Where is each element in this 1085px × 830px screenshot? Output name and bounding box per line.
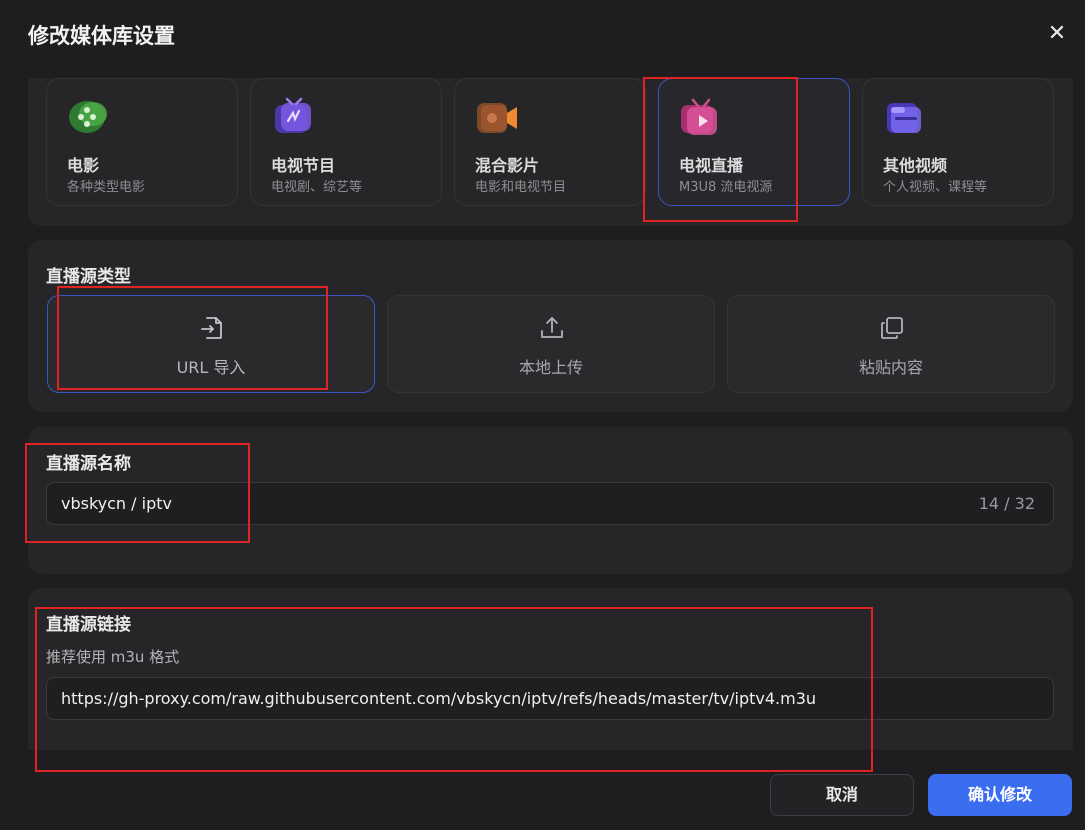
camera-icon	[477, 103, 517, 133]
source-name-section: 直播源名称 vbskycn / iptv 14 / 32	[28, 427, 1073, 574]
source-name-value: vbskycn / iptv	[61, 494, 172, 513]
media-type-name: 其他视频	[883, 156, 948, 175]
source-option-label: URL 导入	[176, 358, 246, 377]
source-type-label: 直播源类型	[46, 267, 131, 287]
dialog-body[interactable]: 电影 各种类型电影 电视节目 电视剧、综艺等 混合影片 电影和电视节目 电视直播…	[0, 78, 1085, 750]
media-type-name: 电影	[67, 156, 100, 175]
import-file-icon	[201, 317, 222, 339]
cancel-button[interactable]: 取消	[770, 774, 914, 816]
upload-icon	[541, 317, 563, 338]
source-link-label: 直播源链接	[46, 615, 131, 635]
live-tv-icon	[681, 98, 717, 135]
media-type-mixed[interactable]: 混合影片 电影和电视节目	[454, 78, 646, 206]
source-link-input[interactable]: https://gh-proxy.com/raw.githubuserconte…	[46, 677, 1054, 720]
source-type-section: 直播源类型 URL 导入 本地上传 粘贴内容	[28, 240, 1073, 412]
media-type-other[interactable]: 其他视频 个人视频、课程等	[862, 78, 1054, 206]
char-counter: 14 / 32	[978, 494, 1035, 513]
copy-icon	[881, 317, 903, 339]
media-type-name: 电视节目	[271, 156, 336, 175]
media-type-movie[interactable]: 电影 各种类型电影	[46, 78, 238, 206]
source-option-local-upload[interactable]: 本地上传	[387, 295, 715, 393]
source-link-value: https://gh-proxy.com/raw.githubuserconte…	[61, 689, 817, 708]
dialog-title: 修改媒体库设置	[28, 24, 175, 48]
source-link-hint: 推荐使用 m3u 格式	[46, 648, 180, 666]
media-type-live-tv[interactable]: 电视直播 M3U8 流电视源	[658, 78, 850, 206]
source-link-section: 直播源链接 推荐使用 m3u 格式 https://gh-proxy.com/r…	[28, 588, 1073, 750]
tv-icon	[275, 97, 311, 133]
source-option-url-import[interactable]: URL 导入	[47, 295, 375, 393]
edit-library-dialog: 修改媒体库设置 ✕ 电影 各种类型电影 电视节目 电视剧、综艺等 混合影片 电影…	[0, 0, 1085, 830]
media-type-section: 电影 各种类型电影 电视节目 电视剧、综艺等 混合影片 电影和电视节目 电视直播…	[28, 78, 1073, 226]
media-type-desc: 个人视频、课程等	[883, 180, 988, 195]
close-icon[interactable]: ✕	[1045, 22, 1069, 46]
media-type-name: 电视直播	[679, 156, 744, 175]
source-option-paste-content[interactable]: 粘贴内容	[727, 295, 1055, 393]
film-icon	[69, 101, 107, 133]
confirm-button[interactable]: 确认修改	[928, 774, 1072, 816]
media-type-name: 混合影片	[475, 156, 540, 175]
media-type-desc: 电视剧、综艺等	[271, 180, 363, 195]
source-name-label: 直播源名称	[46, 454, 131, 474]
media-type-tv-shows[interactable]: 电视节目 电视剧、综艺等	[250, 78, 442, 206]
source-option-label: 本地上传	[518, 358, 583, 377]
folder-icon	[887, 103, 921, 133]
media-type-desc: 各种类型电影	[67, 180, 146, 195]
source-name-input[interactable]: vbskycn / iptv 14 / 32	[46, 482, 1054, 525]
media-type-desc: M3U8 流电视源	[679, 180, 773, 195]
source-option-label: 粘贴内容	[858, 358, 923, 377]
media-type-desc: 电影和电视节目	[475, 180, 567, 195]
